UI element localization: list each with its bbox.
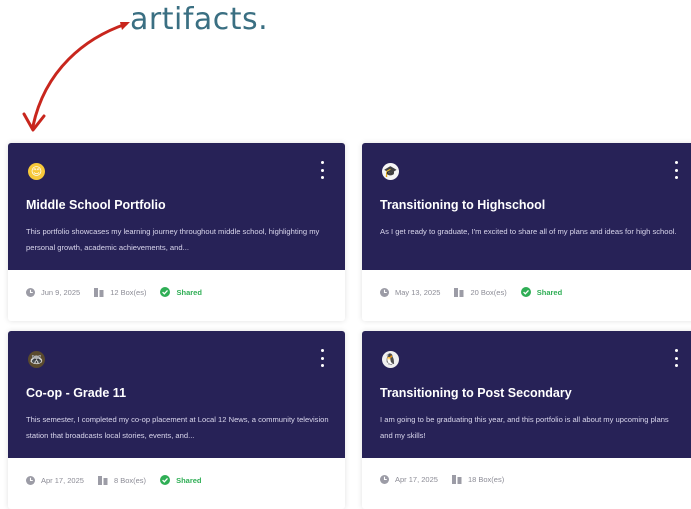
card-description: This portfolio showcases my learning jou… bbox=[26, 227, 320, 252]
more-options-icon[interactable] bbox=[673, 349, 679, 367]
clock-icon bbox=[26, 475, 35, 485]
check-circle-icon bbox=[520, 287, 531, 297]
shared-status: Shared bbox=[160, 475, 202, 485]
boxes-icon bbox=[454, 287, 464, 297]
card-title[interactable]: Transitioning to Post Secondary bbox=[380, 386, 572, 400]
boxes-icon bbox=[451, 475, 462, 484]
card-date: Jun 9, 2025 bbox=[41, 287, 81, 297]
annotation-arrow-icon bbox=[22, 22, 130, 132]
avatar: 🦝 bbox=[28, 351, 45, 368]
card-box-count: 20 Box(es) bbox=[470, 287, 507, 297]
clock-icon bbox=[26, 287, 35, 297]
shared-status: Shared bbox=[160, 287, 202, 297]
clock-icon bbox=[380, 287, 389, 297]
avatar: 🎓 bbox=[382, 163, 399, 180]
card-footer: Apr 17, 2025 18 Box(es) bbox=[380, 475, 689, 484]
card-description: I am going to be graduating this year, a… bbox=[380, 415, 669, 440]
card-date: Apr 17, 2025 bbox=[41, 475, 84, 485]
more-options-icon[interactable] bbox=[319, 161, 325, 179]
card-title[interactable]: Middle School Portfolio bbox=[26, 198, 166, 212]
date-meta: Jun 9, 2025 bbox=[26, 287, 81, 297]
card-header: 🐧 Transitioning to Post Secondary I am g… bbox=[362, 331, 691, 458]
date-meta: Apr 17, 2025 bbox=[26, 475, 84, 485]
card-description: This semester, I completed my co-op plac… bbox=[26, 415, 329, 440]
card-header: 🦝 Co-op - Grade 11 This semester, I comp… bbox=[8, 331, 345, 458]
card-box-count: 12 Box(es) bbox=[110, 287, 147, 297]
clock-icon bbox=[380, 475, 389, 484]
card-header: 😊 Middle School Portfolio This portfolio… bbox=[8, 143, 345, 270]
date-meta: Apr 17, 2025 bbox=[380, 475, 438, 484]
card-footer: May 13, 2025 20 Box(es) Shared bbox=[380, 287, 689, 297]
avatar: 🐧 bbox=[382, 351, 399, 368]
boxes-icon bbox=[94, 287, 104, 297]
boxes-icon bbox=[97, 475, 108, 485]
card-date: Apr 17, 2025 bbox=[395, 475, 438, 484]
card-box-count: 18 Box(es) bbox=[467, 475, 505, 484]
card-footer: Apr 17, 2025 8 Box(es) Shared bbox=[26, 475, 335, 485]
avatar: 😊 bbox=[28, 163, 45, 180]
card-footer: Jun 9, 2025 12 Box(es) Shared bbox=[26, 287, 335, 297]
check-circle-icon bbox=[160, 287, 171, 297]
card-date: May 13, 2025 bbox=[395, 287, 441, 297]
boxes-meta: 8 Box(es) bbox=[97, 475, 147, 485]
card-title[interactable]: Transitioning to Highschool bbox=[380, 198, 545, 212]
check-circle-icon bbox=[160, 475, 171, 485]
date-meta: May 13, 2025 bbox=[380, 287, 441, 297]
status-label: Shared bbox=[176, 475, 202, 485]
boxes-meta: 20 Box(es) bbox=[454, 287, 507, 297]
portfolio-card[interactable]: 🐧 Transitioning to Post Secondary I am g… bbox=[362, 331, 691, 509]
card-header: 🎓 Transitioning to Highschool As I get r… bbox=[362, 143, 691, 270]
shared-status: Shared bbox=[520, 287, 563, 297]
boxes-meta: 12 Box(es) bbox=[94, 287, 147, 297]
card-box-count: 8 Box(es) bbox=[113, 475, 147, 485]
portfolio-card[interactable]: 🎓 Transitioning to Highschool As I get r… bbox=[362, 143, 691, 321]
more-options-icon[interactable] bbox=[319, 349, 325, 367]
more-options-icon[interactable] bbox=[673, 161, 679, 179]
card-description: As I get ready to graduate, I'm excited … bbox=[380, 227, 677, 236]
boxes-meta: 18 Box(es) bbox=[451, 475, 505, 484]
portfolio-card[interactable]: 😊 Middle School Portfolio This portfolio… bbox=[8, 143, 345, 321]
status-label: Shared bbox=[176, 287, 202, 297]
card-title[interactable]: Co-op - Grade 11 bbox=[26, 386, 126, 400]
portfolio-card[interactable]: 🦝 Co-op - Grade 11 This semester, I comp… bbox=[8, 331, 345, 509]
status-label: Shared bbox=[536, 287, 563, 297]
